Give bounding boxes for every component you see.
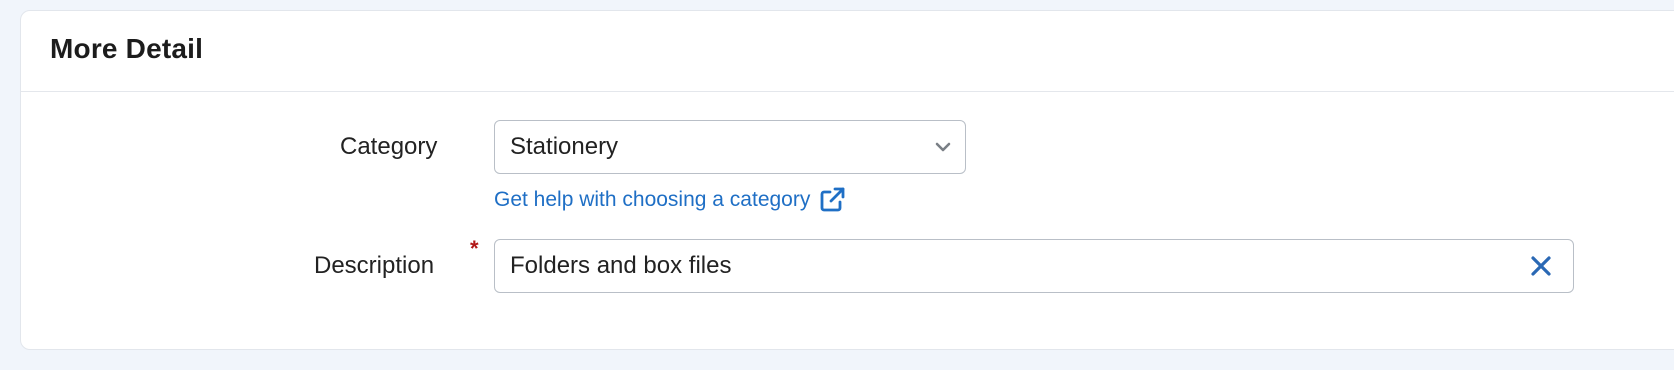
- more-detail-card: More Detail: [20, 10, 1674, 350]
- card-title: More Detail: [50, 33, 204, 64]
- description-label: Description: [314, 252, 435, 279]
- card-header: More Detail: [21, 11, 1674, 92]
- category-select[interactable]: Stationery: [494, 120, 966, 174]
- help-link-text: Get help with choosing a category: [494, 188, 811, 211]
- description-input[interactable]: [510, 240, 1490, 292]
- category-label: Category: [340, 133, 438, 160]
- external-link-icon: [820, 187, 845, 212]
- description-field: [494, 239, 1574, 293]
- required-marker: *: [470, 236, 479, 261]
- category-select-value: Stationery: [510, 133, 619, 160]
- chevron-down-icon: [935, 142, 951, 152]
- close-icon[interactable]: [1529, 254, 1553, 278]
- category-help-link[interactable]: Get help with choosing a category: [494, 186, 846, 214]
